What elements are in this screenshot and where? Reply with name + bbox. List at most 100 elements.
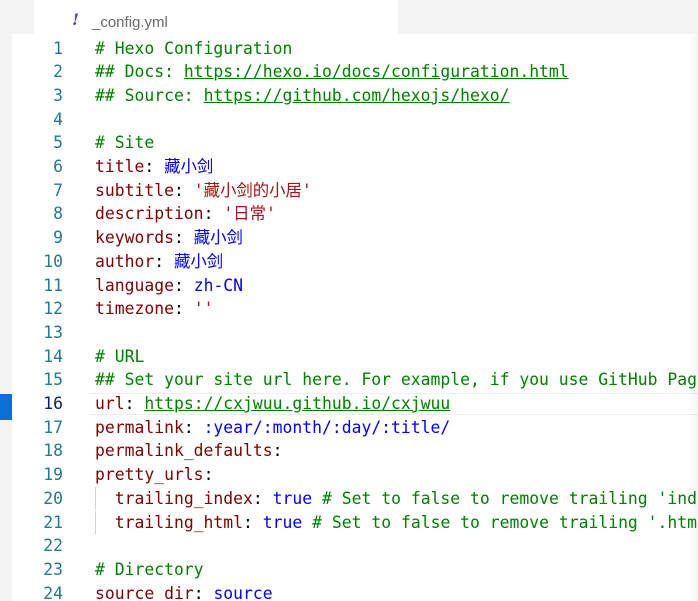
code-token[interactable]: https://hexo.io/docs/configuration.html <box>184 62 569 81</box>
code-token: : <box>173 228 194 248</box>
code-line[interactable]: 4 <box>12 108 698 131</box>
indent-guide <box>95 486 96 510</box>
code-token: keywords <box>95 228 174 248</box>
code-text: url: https://cxjwuu.github.io/cxjwuu <box>95 392 450 415</box>
code-token: ## Docs: <box>95 62 184 82</box>
code-text: trailing_index: true # Set to false to r… <box>95 486 698 510</box>
code-token: permalink_defaults <box>95 441 273 461</box>
line-number: 14 <box>43 346 63 366</box>
code-text: keywords: 藏小剑 <box>95 226 243 249</box>
line-number: 16 <box>43 394 63 413</box>
code-token: trailing_index <box>114 488 253 508</box>
code-line[interactable]: 7 subtitle: '藏小剑的小居' <box>12 179 698 202</box>
code-line[interactable]: 15 ## Set your site url here. For example… <box>12 368 698 391</box>
code-line[interactable]: 23 # Directory <box>12 558 698 581</box>
line-number: 11 <box>43 275 63 295</box>
code-line[interactable]: 24 source_dir: source <box>12 582 698 601</box>
code-text: author: 藏小剑 <box>95 250 223 273</box>
code-line[interactable]: 18 permalink_defaults: <box>12 439 698 462</box>
code-token: : <box>252 488 273 508</box>
activity-bar-strip <box>0 0 12 601</box>
code-token: timezone <box>95 299 174 319</box>
tab-filename: _config.yml <box>92 14 168 31</box>
line-number: 4 <box>53 109 63 129</box>
code-token: : <box>173 299 194 319</box>
code-line[interactable]: 8 description: '日常' <box>12 202 698 225</box>
tab-config-yml[interactable]: ! _config.yml <box>34 0 398 34</box>
code-token: '' <box>193 299 214 319</box>
code-token: : <box>272 441 283 461</box>
code-text: description: '日常' <box>95 202 276 225</box>
code-token[interactable]: https://cxjwuu.github.io/cxjwuu <box>144 394 450 413</box>
code-token: subtitle <box>95 180 174 200</box>
code-line[interactable]: 10 author: 藏小剑 <box>12 250 698 273</box>
code-token: : <box>183 417 204 437</box>
code-token: : <box>173 275 194 295</box>
code-text: source_dir: source <box>95 582 273 601</box>
code-line[interactable]: 6 title: 藏小剑 <box>12 155 698 178</box>
code-token: true <box>262 512 303 532</box>
line-number: 2 <box>53 62 63 82</box>
code-text: subtitle: '藏小剑的小居' <box>95 179 312 202</box>
code-line[interactable]: 16 url: https://cxjwuu.github.io/cxjwuu <box>12 392 698 415</box>
code-text: ## Source: https://github.com/hexojs/hex… <box>95 84 509 107</box>
code-token: # Site <box>95 133 155 153</box>
code-token: title <box>95 157 145 176</box>
code-token: 藏小剑 <box>164 157 214 176</box>
code-line[interactable]: 14 # URL <box>12 345 698 368</box>
code-text: language: zh-CN <box>95 274 243 297</box>
code-line[interactable]: 11 language: zh-CN <box>12 274 698 297</box>
code-editor[interactable]: 1 # Hexo Configuration 2 ## Docs: https://h… <box>12 34 698 601</box>
line-number: 20 <box>43 488 63 508</box>
code-token: description <box>95 204 204 224</box>
code-line[interactable]: 2 ## Docs: https://hexo.io/docs/configura… <box>12 60 698 83</box>
code-token: : <box>144 157 165 176</box>
code-token: # Directory <box>95 559 204 579</box>
code-token: # Hexo Configuration <box>95 38 293 58</box>
code-text: title: 藏小剑 <box>95 155 213 178</box>
line-number: 24 <box>43 583 63 601</box>
code-line[interactable]: 1 # Hexo Configuration <box>12 37 698 60</box>
code-token: : <box>124 394 145 413</box>
code-line[interactable]: 9 keywords: 藏小剑 <box>12 226 698 249</box>
code-line[interactable]: 19 pretty_urls: <box>12 463 698 486</box>
line-number: 22 <box>43 536 63 556</box>
code-token: source_dir <box>95 583 194 601</box>
code-line[interactable]: 21 trailing_html: true # Set to false to… <box>12 510 698 534</box>
code-token: # Set to false to remove trailing 'inde <box>322 488 698 508</box>
code-line[interactable]: 22 <box>12 534 698 557</box>
code-line[interactable]: 3 ## Source: https://github.com/hexojs/he… <box>12 84 698 107</box>
code-token: ## Set your site url here. For example, … <box>95 370 698 390</box>
code-token[interactable]: https://github.com/hexojs/hexo/ <box>204 86 510 105</box>
code-line[interactable]: 17 permalink: :year/:month/:day/:title/ <box>12 416 698 439</box>
code-text: trailing_html: true # Set to false to re… <box>95 510 698 534</box>
line-number: 12 <box>43 299 63 319</box>
active-line-marker <box>0 394 12 420</box>
line-number: 8 <box>53 204 63 224</box>
code-line[interactable]: 12 timezone: '' <box>12 297 698 320</box>
code-text: # Hexo Configuration <box>95 37 292 60</box>
line-number: 15 <box>43 370 63 390</box>
code-token: zh-CN <box>193 275 244 295</box>
code-token: : <box>154 251 174 271</box>
indent-guide <box>95 510 96 534</box>
code-line[interactable]: 20 trailing_index: true # Set to false t… <box>12 486 698 510</box>
code-line[interactable]: 13 <box>12 321 698 344</box>
line-number: 9 <box>53 228 63 248</box>
line-number: 3 <box>53 85 63 105</box>
line-number: 19 <box>43 465 63 485</box>
code-text: pretty_urls: <box>95 463 213 486</box>
code-token: 藏小剑 <box>193 228 243 248</box>
code-token: : <box>243 512 263 532</box>
code-token: : <box>173 180 194 200</box>
code-text: ## Set your site url here. For example, … <box>95 368 698 391</box>
code-token: # Set to false to remove trailing '.html <box>312 512 698 532</box>
code-line[interactable]: 5 # Site <box>12 131 698 154</box>
code-text: timezone: '' <box>95 297 213 320</box>
code-token: : <box>203 465 214 485</box>
line-number: 13 <box>43 322 63 342</box>
code-token: '日常' <box>223 204 276 224</box>
code-token: ## Source: <box>95 85 204 105</box>
